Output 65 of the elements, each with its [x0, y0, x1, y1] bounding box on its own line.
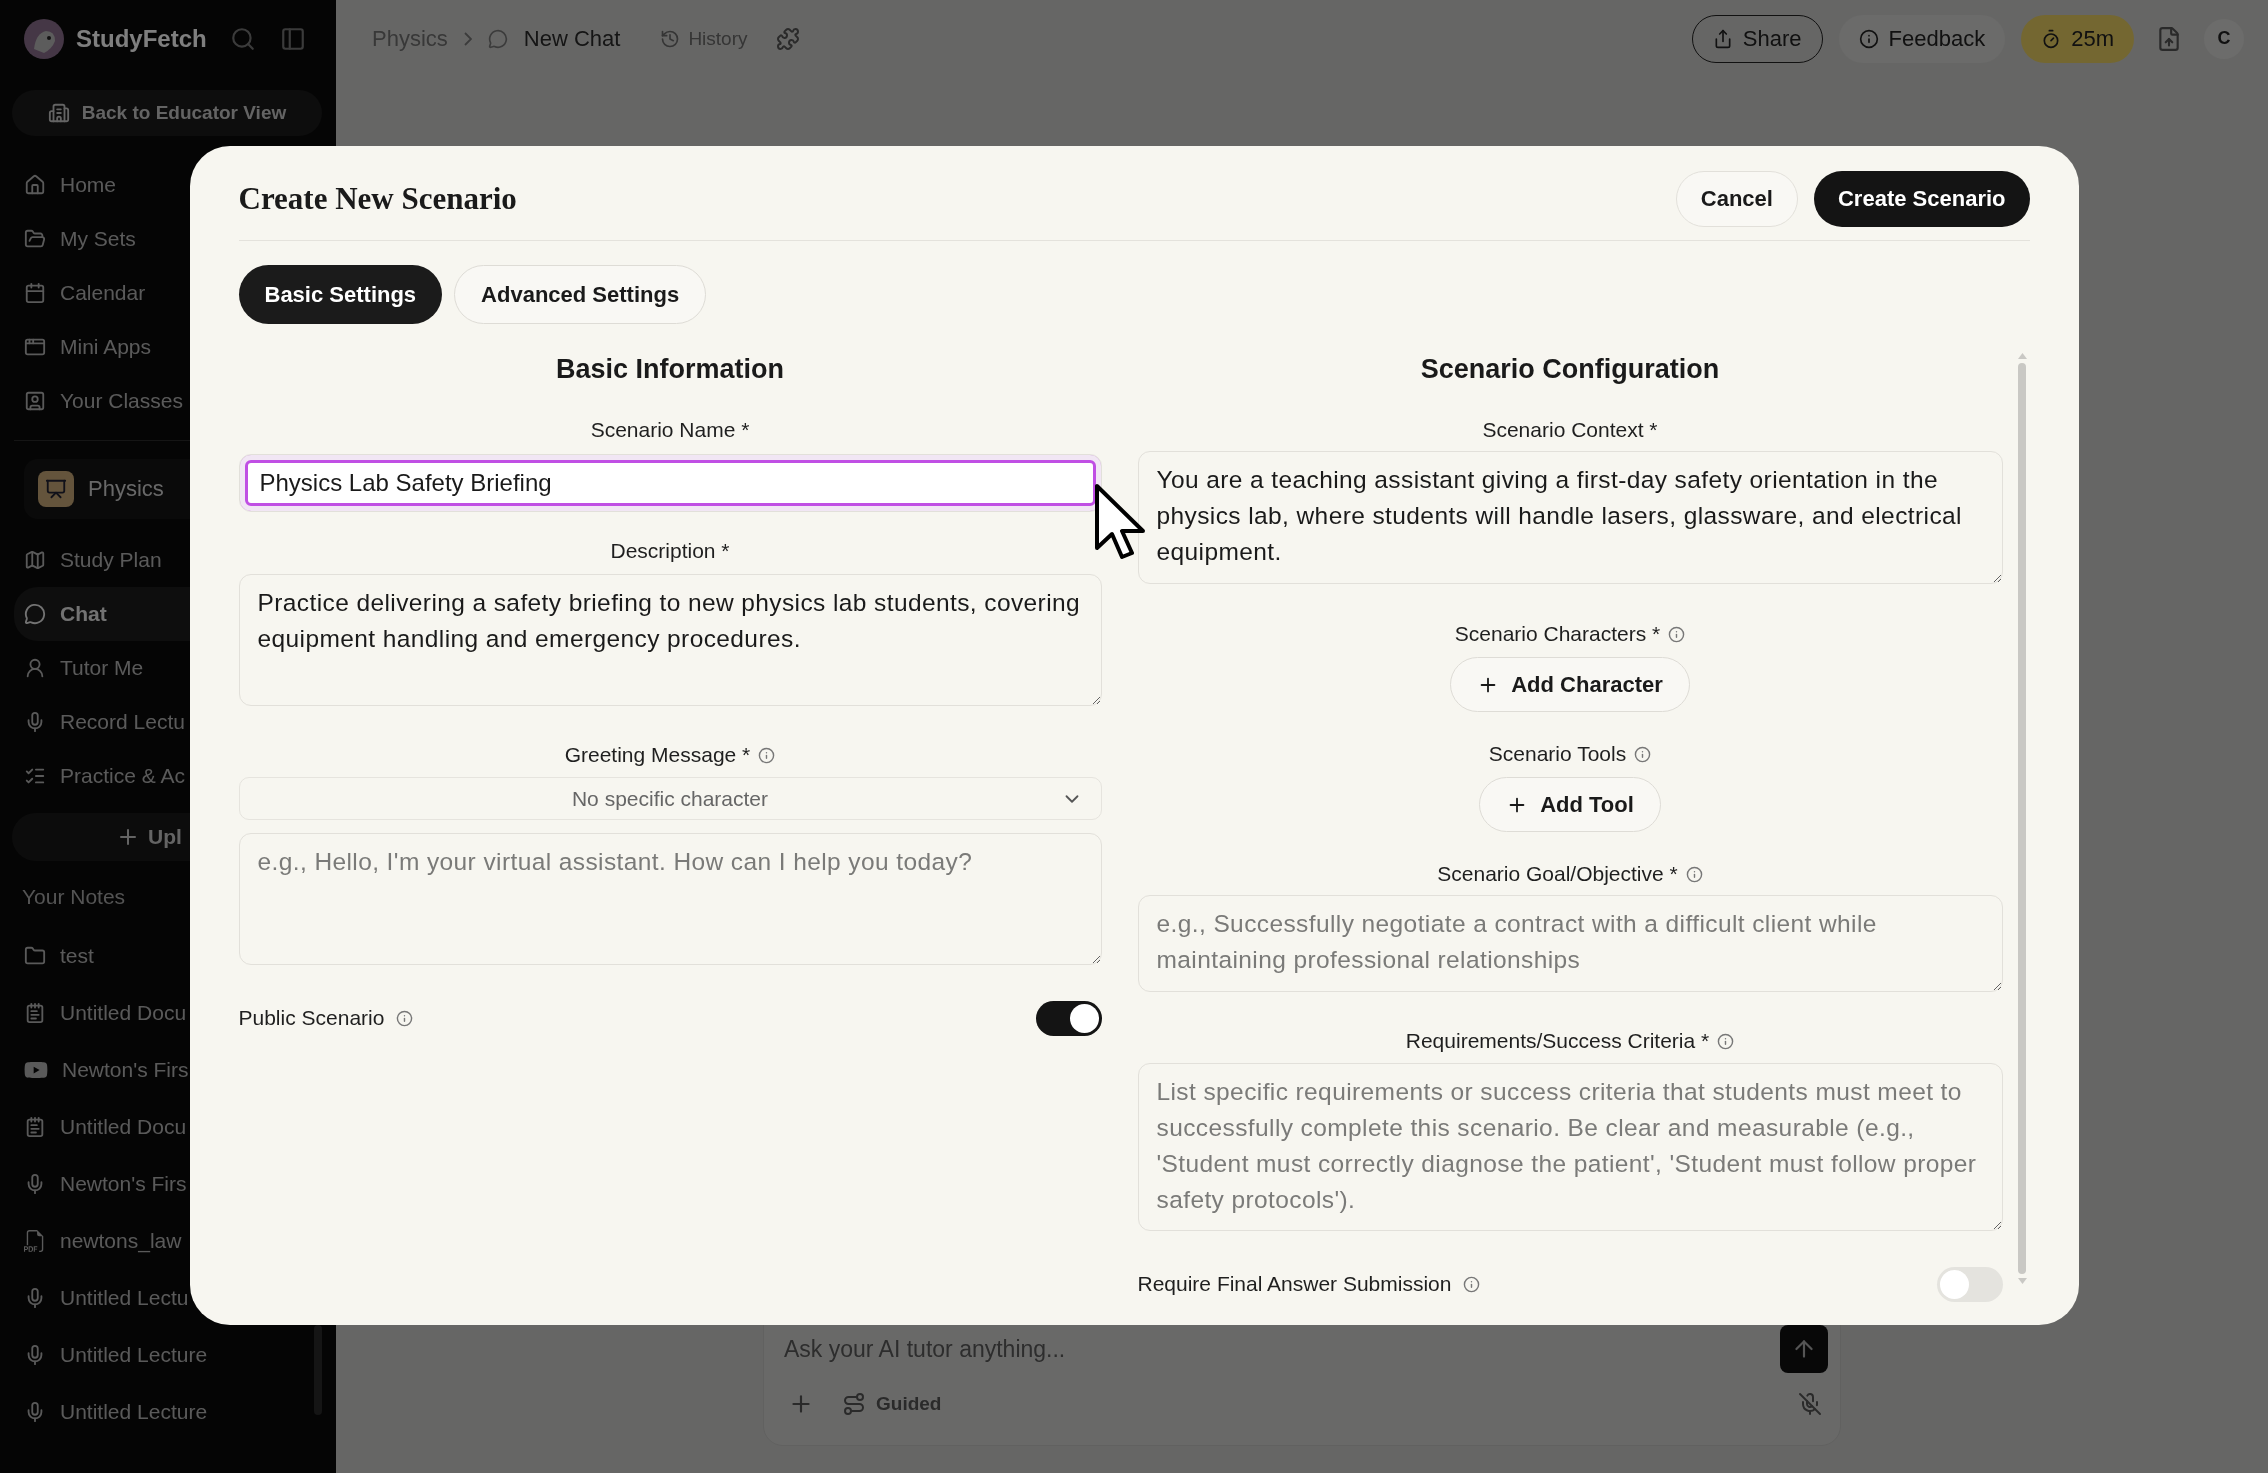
greeting-field[interactable]: e.g., Hello, I'm your virtual assistant. How can I help you today? — [238, 833, 1102, 965]
toggle-label: Require Final Answer Submission — [1137, 1272, 1452, 1296]
notepad-icon — [24, 1001, 46, 1024]
section-heading: Your Notes — [21, 884, 127, 910]
chat-input[interactable]: Ask your AI tutor anything... — [782, 1334, 1764, 1364]
settings-tab[interactable]: Advanced Settings — [454, 265, 707, 324]
scroll-up-icon[interactable] — [2017, 353, 2027, 359]
note-item[interactable]: Newton's Firs — [14, 1155, 322, 1212]
settings-tab[interactable]: Basic Settings — [238, 265, 443, 324]
create-button[interactable]: Create Scenario — [1813, 171, 2030, 227]
send-button[interactable] — [1780, 1325, 1828, 1373]
field-label: Scenario Name * — [590, 418, 750, 442]
requirements-field[interactable]: List specific requirements or success criteria that students must meet to successfully complete this scenario. Be clear and measurable (e.g., 'Student must correctly diagnose the patient', 'Student must follow proper safety protocols'). — [1137, 1063, 2003, 1231]
field-label: Description * — [610, 539, 730, 563]
info-icon — [1858, 28, 1879, 49]
note-item[interactable]: Untitled Docu — [14, 1098, 322, 1155]
section-heading: Basic Information — [554, 353, 785, 386]
notepad-icon — [24, 1115, 46, 1138]
toggle-switch[interactable] — [1936, 1266, 2003, 1302]
classroom-icon — [24, 390, 46, 412]
field-label: Requirements/Success Criteria * — [1405, 1029, 1710, 1053]
back-to-educator-button[interactable]: Back to Educator View — [12, 90, 322, 136]
course-icon — [38, 471, 74, 507]
note-item[interactable]: newtons_law — [14, 1212, 322, 1269]
home-icon — [24, 174, 46, 196]
chat-bubble-icon — [487, 28, 508, 49]
timer-button[interactable]: 25m — [2021, 14, 2134, 63]
folder-icon — [24, 944, 46, 967]
course-name: Physics — [88, 476, 164, 502]
field-label: Scenario Tools — [1488, 742, 1627, 766]
calendar-icon — [24, 282, 46, 304]
toggle-label: Public Scenario — [238, 1006, 385, 1030]
folder-icon — [24, 228, 46, 250]
brand-name: StudyFetch — [76, 25, 208, 53]
history-icon — [660, 28, 681, 49]
route-icon — [842, 1392, 866, 1416]
section-heading: Scenario Configuration — [1419, 353, 1721, 386]
goal-field[interactable]: e.g., Successfully negotiate a contract with a difficult client while maintaining professional relationships — [1137, 895, 2003, 992]
add-tool-button[interactable]: Add Tool — [1479, 777, 1661, 832]
feedback-button[interactable]: Feedback — [1838, 14, 2006, 63]
field-label: Scenario Characters * — [1454, 622, 1661, 646]
field-label: Scenario Context * — [1482, 418, 1658, 442]
building-icon — [47, 102, 70, 124]
breadcrumb-current: New Chat — [523, 25, 621, 52]
chat-bubble-icon — [24, 603, 46, 625]
description-field[interactable]: Practice delivering a safety briefing to new physics lab students, covering equipment handling and emergency procedures. — [238, 574, 1102, 706]
scroll-down-icon[interactable] — [2017, 1278, 2027, 1284]
note-item[interactable]: Newton's Firs — [14, 1041, 322, 1098]
field-label: Greeting Message * — [564, 743, 751, 767]
user-avatar[interactable]: C — [2204, 18, 2244, 59]
pdf-file-icon — [24, 1229, 46, 1252]
map-icon — [24, 549, 46, 571]
character-select[interactable]: No specific character — [238, 777, 1102, 820]
window-icon — [24, 336, 46, 358]
scenario-context-field[interactable]: You are a teaching assistant giving a first-day safety orientation in the physics lab, where students will handle lasers, glassware, and electrical equipment. — [1137, 451, 2003, 584]
person-icon — [24, 657, 46, 679]
add-character-button[interactable]: Add Character — [1450, 657, 1690, 712]
nav-item[interactable]: Your Classes — [14, 374, 322, 428]
chevron-right-icon — [463, 31, 472, 46]
guided-mode-button[interactable]: Guided — [836, 1391, 948, 1417]
field-label: Scenario Goal/Objective * — [1437, 862, 1678, 886]
cancel-button[interactable]: Cancel — [1675, 171, 1798, 227]
scenario-name-field[interactable]: Physics Lab Safety Briefing — [238, 454, 1102, 512]
toggle-switch[interactable] — [1035, 1000, 1102, 1036]
note-item[interactable]: Untitled Lectu — [14, 1269, 322, 1326]
